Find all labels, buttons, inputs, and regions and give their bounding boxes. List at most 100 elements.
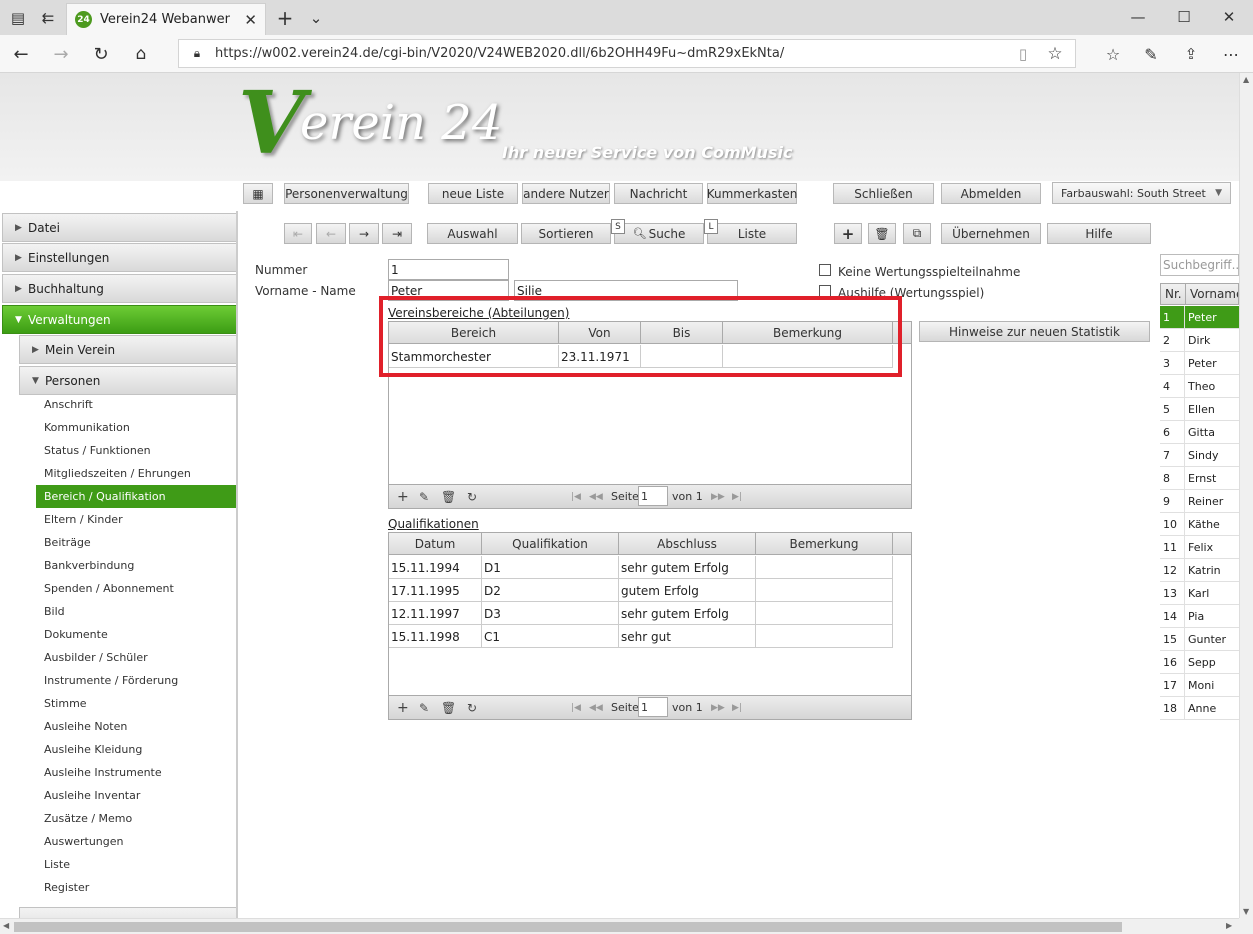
- scroll-up-icon[interactable]: ▲: [1243, 75, 1249, 84]
- scroll-left-icon[interactable]: ◀: [3, 921, 9, 930]
- col-header-bemerkung[interactable]: Bemerkung: [756, 533, 893, 555]
- list-item[interactable]: 11 Felix: [1160, 536, 1239, 559]
- list-item[interactable]: 16 Sepp: [1160, 651, 1239, 674]
- sidebar-item-spenden[interactable]: Spenden / Abonnement: [36, 577, 238, 600]
- pen-icon[interactable]: ✎: [1140, 43, 1162, 65]
- prev-record-button[interactable]: ←: [316, 223, 346, 244]
- kummerkasten-button[interactable]: Kummerkasten: [707, 183, 797, 204]
- table-row[interactable]: 17.11.1995 D2 gutem Erfolg: [389, 579, 893, 602]
- refresh-icon[interactable]: ↻: [90, 43, 112, 65]
- home-icon[interactable]: ⌂: [130, 43, 152, 65]
- table-row[interactable]: 12.11.1997 D3 sehr gutem Erfolg: [389, 602, 893, 625]
- more-menu-icon[interactable]: ⋯: [1220, 43, 1242, 65]
- list-item[interactable]: 18 Anne: [1160, 697, 1239, 720]
- list-item[interactable]: 13 Karl: [1160, 582, 1239, 605]
- col-header-abschluss[interactable]: Abschluss: [619, 533, 756, 555]
- list-item[interactable]: 5 Ellen: [1160, 398, 1239, 421]
- hinweise-statistik-button[interactable]: Hinweise zur neuen Statistik: [919, 321, 1150, 342]
- sidebar-item-auswertungen[interactable]: Auswertungen: [36, 830, 238, 853]
- sidebar-item-bankverbindung[interactable]: Bankverbindung: [36, 554, 238, 577]
- refresh-icon[interactable]: ↻: [467, 701, 477, 715]
- nachricht-button[interactable]: Nachricht: [614, 183, 703, 204]
- sidebar-item-buchhaltung[interactable]: ▶ Buchhaltung: [2, 274, 238, 303]
- trash-icon[interactable]: 🗑︎: [441, 701, 456, 715]
- maximize-icon[interactable]: ☐: [1174, 7, 1194, 27]
- last-page-icon[interactable]: ▶|: [732, 703, 742, 713]
- abmelden-button[interactable]: Abmelden: [941, 183, 1041, 204]
- list-item[interactable]: 1 Peter: [1160, 306, 1239, 329]
- sidebar-item-verwaltungen[interactable]: ▼ Verwaltungen: [2, 305, 238, 334]
- add-row-icon[interactable]: +: [397, 489, 409, 505]
- col-header-qualifikation[interactable]: Qualifikation: [482, 533, 619, 555]
- sortieren-button[interactable]: Sortieren: [521, 223, 611, 244]
- next-record-button[interactable]: →: [349, 223, 379, 244]
- list-item[interactable]: 8 Ernst: [1160, 467, 1239, 490]
- add-button[interactable]: +: [834, 223, 862, 244]
- sidebar-item-bild[interactable]: Bild: [36, 600, 238, 623]
- sidebar-item-einstellungen[interactable]: ▶ Einstellungen: [2, 243, 238, 272]
- edit-icon[interactable]: ✎: [419, 490, 429, 504]
- sidebar-item-dokumente[interactable]: Dokumente: [36, 623, 238, 646]
- scroll-right-icon[interactable]: ▶: [1226, 921, 1232, 930]
- col-header-datum[interactable]: Datum: [389, 533, 482, 555]
- sidebar-item-register[interactable]: Register: [36, 876, 238, 899]
- scroll-down-icon[interactable]: ▼: [1243, 907, 1249, 916]
- hilfe-button[interactable]: Hilfe: [1047, 223, 1151, 244]
- browser-tab[interactable]: 24 Verein24 Webanwendung ✕: [66, 3, 266, 35]
- sidebar-item-stimme[interactable]: Stimme: [36, 692, 238, 715]
- list-item[interactable]: 15 Gunter: [1160, 628, 1239, 651]
- close-window-icon[interactable]: ✕: [1219, 7, 1239, 27]
- last-page-icon[interactable]: ▶|: [732, 492, 742, 502]
- edit-icon[interactable]: ✎: [419, 701, 429, 715]
- vertical-scrollbar[interactable]: ▲ ▼: [1239, 73, 1253, 918]
- sidebar-item-anschrift[interactable]: Anschrift: [36, 393, 238, 416]
- horizontal-scrollbar[interactable]: ◀ ▶: [0, 918, 1239, 934]
- sidebar-item-mitgliedszeiten[interactable]: Mitgliedszeiten / Ehrungen: [36, 462, 238, 485]
- suche-button[interactable]: 🔍︎ Suche: [614, 223, 704, 244]
- scroll-thumb[interactable]: [14, 922, 1122, 932]
- andere-nutzer-button[interactable]: andere Nutzer: [522, 183, 610, 204]
- sidebar-item-eltern-kinder[interactable]: Eltern / Kinder: [36, 508, 238, 531]
- list-item[interactable]: 17 Moni: [1160, 674, 1239, 697]
- last-record-button[interactable]: ⇥: [382, 223, 412, 244]
- sidebar-item-datei[interactable]: ▶ Datei: [2, 213, 238, 242]
- next-page-icon[interactable]: ▶▶: [711, 703, 725, 713]
- auswahl-button[interactable]: Auswahl: [427, 223, 518, 244]
- schliessen-button[interactable]: Schließen: [833, 183, 934, 204]
- tab-list-chevron-icon[interactable]: ⌄: [306, 7, 326, 29]
- sidebar-item-personen[interactable]: ▼ Personen: [19, 366, 238, 395]
- sidebar-item-ausleihe-noten[interactable]: Ausleihe Noten: [36, 715, 238, 738]
- nummer-input[interactable]: 1: [388, 259, 509, 280]
- sidebar-item-status[interactable]: Status / Funktionen: [36, 439, 238, 462]
- reading-view-icon[interactable]: ▯: [1013, 44, 1033, 64]
- search-input[interactable]: Suchbegriff...: [1160, 254, 1239, 276]
- page-input[interactable]: 1: [638, 486, 668, 506]
- list-item[interactable]: 9 Reiner: [1160, 490, 1239, 513]
- sidebar-item-cut-off[interactable]: [19, 907, 238, 918]
- keine-wertung-checkbox[interactable]: [819, 264, 831, 276]
- first-page-icon[interactable]: |◀: [571, 703, 581, 713]
- col-header-vorname[interactable]: Vorname: [1185, 283, 1239, 305]
- col-header-nr[interactable]: Nr.: [1160, 283, 1186, 305]
- back-icon[interactable]: ←: [10, 43, 32, 65]
- favorite-star-icon[interactable]: ☆: [1045, 44, 1065, 64]
- copy-button[interactable]: ⧉: [903, 223, 931, 244]
- trash-icon[interactable]: 🗑︎: [441, 490, 456, 504]
- favorites-icon[interactable]: ☆: [1102, 43, 1124, 65]
- prev-page-icon[interactable]: ◀◀: [589, 492, 603, 502]
- list-item[interactable]: 7 Sindy: [1160, 444, 1239, 467]
- list-item[interactable]: 10 Käthe: [1160, 513, 1239, 536]
- first-record-button[interactable]: ⇤: [284, 223, 312, 244]
- sidebar-item-ausleihe-kleidung[interactable]: Ausleihe Kleidung: [36, 738, 238, 761]
- liste-button[interactable]: Liste: [707, 223, 797, 244]
- add-row-icon[interactable]: +: [397, 700, 409, 716]
- uebernehmen-button[interactable]: Übernehmen: [941, 223, 1041, 244]
- sidebar-item-liste[interactable]: Liste: [36, 853, 238, 876]
- qualifikationen-title[interactable]: Qualifikationen: [388, 517, 479, 531]
- farbauswahl-select[interactable]: Farbauswahl: South Street ▼: [1052, 182, 1231, 204]
- forward-icon[interactable]: →: [50, 43, 72, 65]
- table-row[interactable]: 15.11.1994 D1 sehr gutem Erfolg: [389, 556, 893, 579]
- neue-liste-button[interactable]: neue Liste: [428, 183, 518, 204]
- new-tab-icon[interactable]: +: [274, 6, 296, 30]
- set-aside-tabs-icon[interactable]: ⇇: [38, 8, 58, 28]
